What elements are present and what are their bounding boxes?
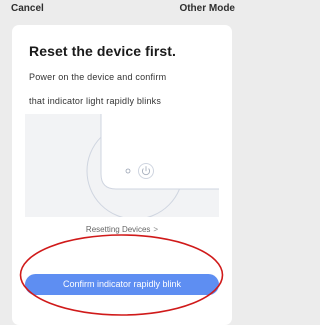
cancel-button[interactable]: Cancel	[11, 3, 44, 14]
resetting-devices-link[interactable]: Resetting Devices >	[12, 225, 232, 234]
device-icon	[86, 114, 219, 217]
device-illustration	[25, 114, 219, 217]
nav-bar: Cancel Other Mode	[0, 0, 243, 22]
description-line-1: Power on the device and confirm	[29, 72, 167, 82]
description-line-2: that indicator light rapidly blinks	[29, 96, 162, 106]
page-title: Reset the device first.	[29, 43, 177, 59]
other-mode-button[interactable]: Other Mode	[179, 3, 235, 14]
reset-instructions-card: Reset the device first. Power on the dev…	[12, 25, 232, 325]
confirm-indicator-button[interactable]: Confirm indicator rapidly blink	[25, 274, 219, 295]
resetting-devices-label: Resetting Devices	[85, 225, 151, 234]
chevron-right-icon: >	[153, 225, 159, 234]
